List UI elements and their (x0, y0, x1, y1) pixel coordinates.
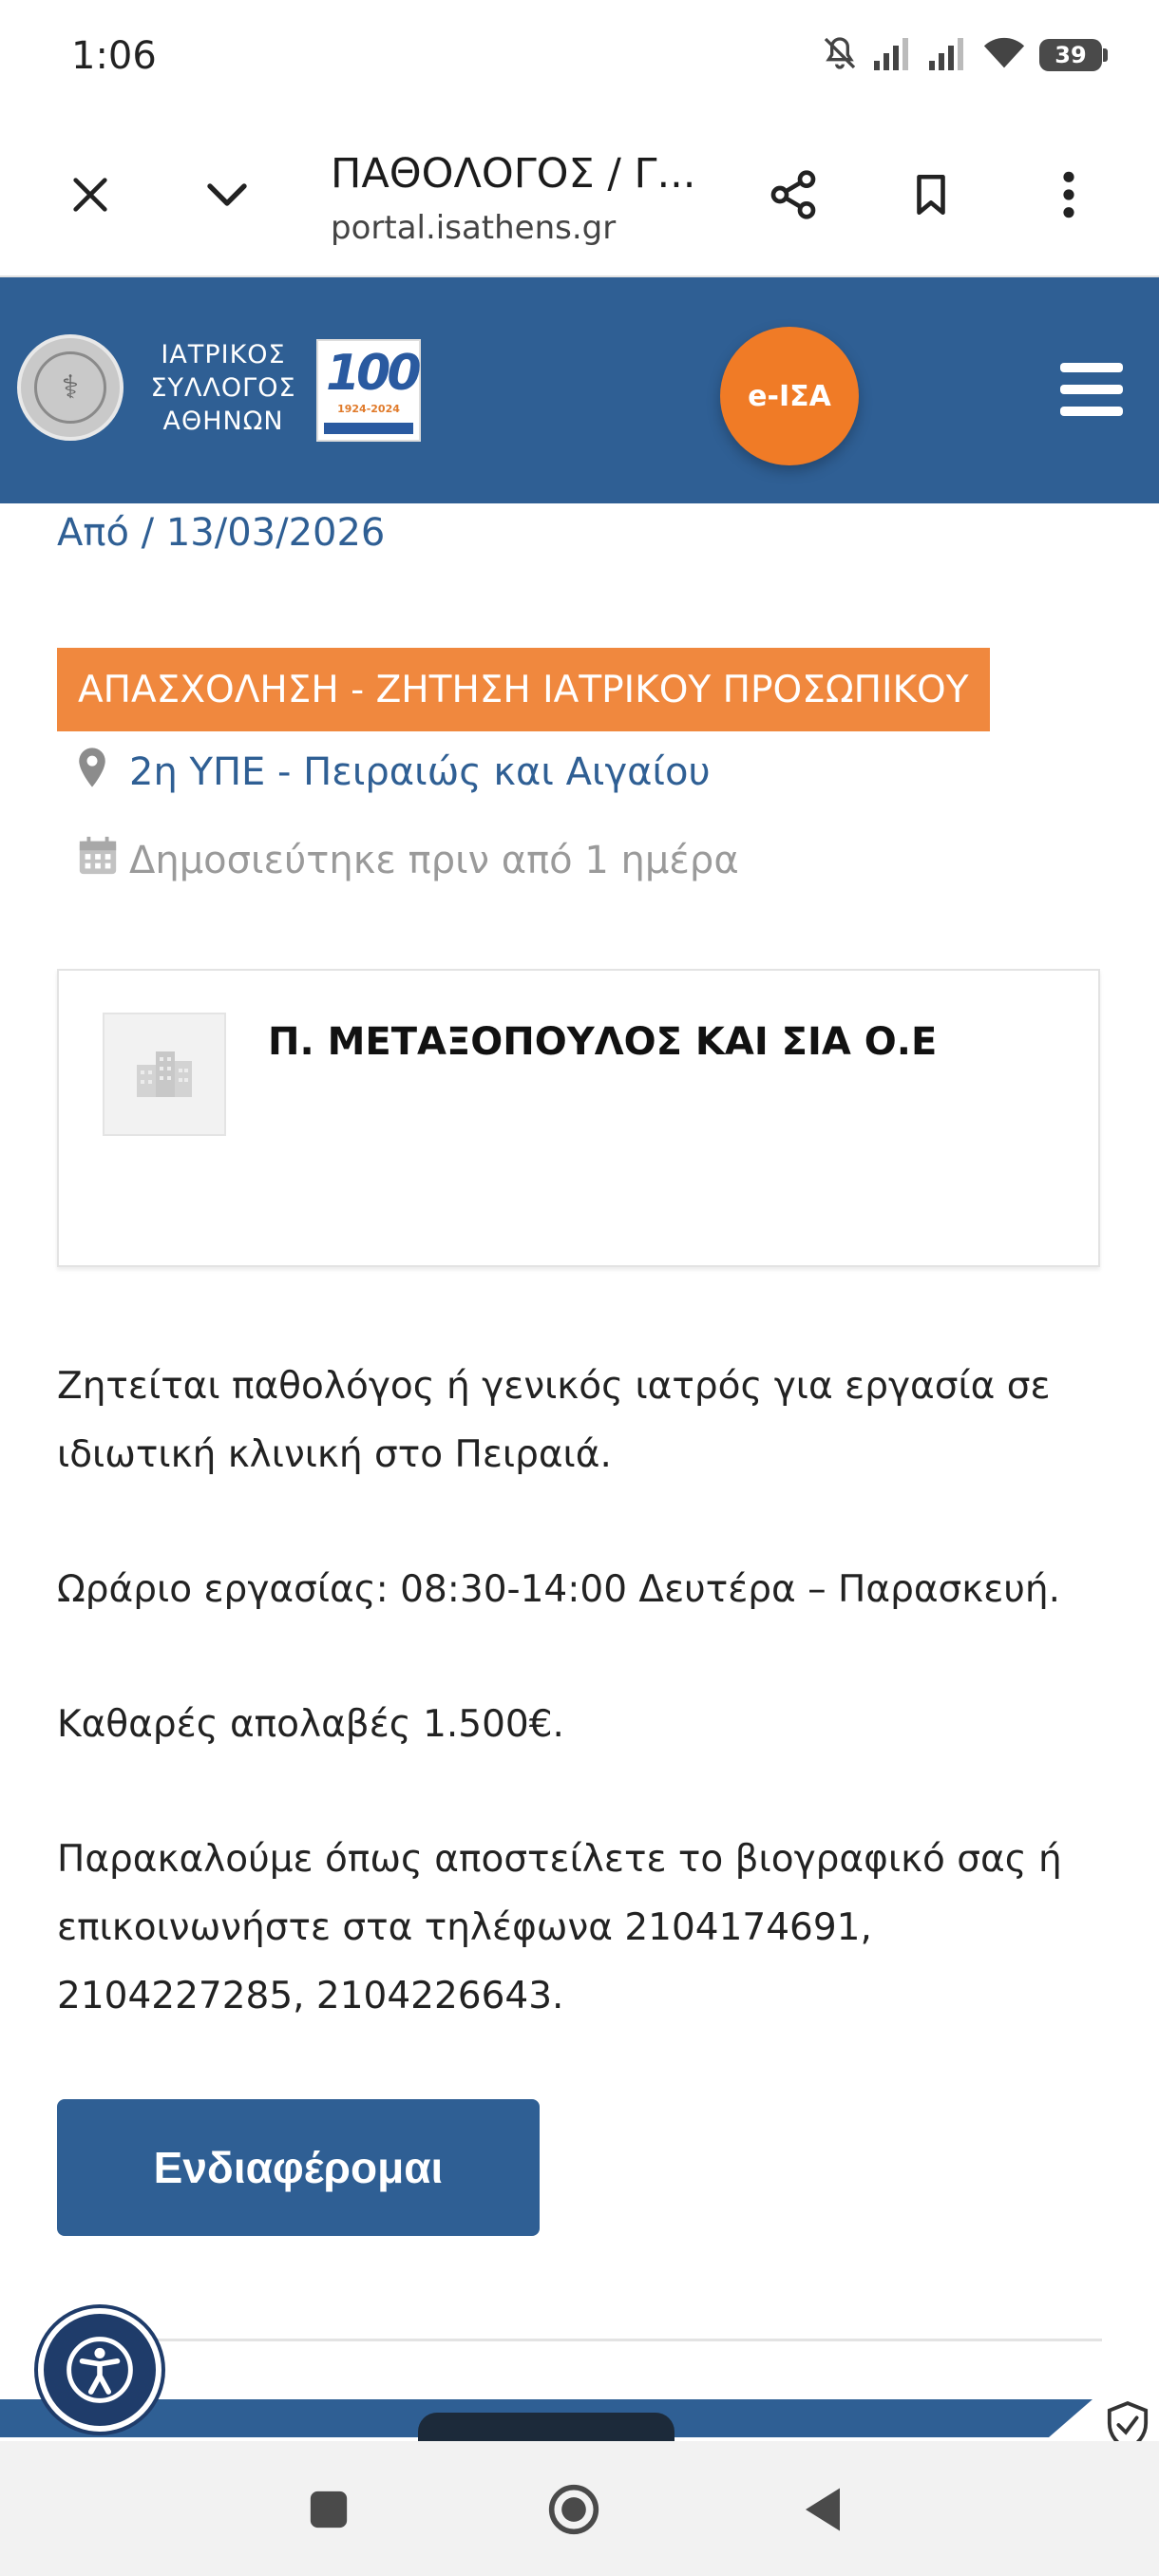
battery-icon: 39 (1039, 39, 1108, 71)
signal-icon (927, 34, 969, 76)
signal-icon (872, 34, 914, 76)
site-header: ⚕ ΙΑΤΡΙΚΟΣ ΣΥΛΛΟΓΟΣ ΑΘΗΝΩΝ 100 1924-2024… (0, 277, 1159, 503)
caduceus-icon: ⚕ (34, 351, 106, 424)
menu-bar (1060, 363, 1123, 372)
map-pin-icon (76, 747, 108, 798)
company-card[interactable]: Π. ΜΕΤΑΞΟΠΟΥΛΟΣ ΚΑΙ ΣΙΑ Ο.Ε (57, 969, 1100, 1267)
anniversary-number: 100 (326, 345, 422, 402)
company-logo (103, 1013, 226, 1136)
recents-icon[interactable] (302, 2483, 355, 2536)
calendar-icon (76, 834, 120, 887)
battery-level: 39 (1054, 42, 1087, 68)
building-icon (135, 1046, 194, 1103)
job-date: Από / 13/03/2026 (57, 511, 386, 555)
menu-bar (1060, 407, 1123, 416)
page-url: portal.isathens.gr (331, 209, 617, 247)
wifi-icon (982, 34, 1026, 76)
org-name-line: ΑΘΗΝΩΝ (162, 407, 284, 436)
description-paragraph: Ζητείται παθολόγος ή γενικός ιατρός για … (57, 1365, 1051, 1476)
job-location[interactable]: 2η ΥΠΕ - Πειραιώς και Αιγαίου (76, 747, 711, 798)
back-icon[interactable] (796, 2483, 849, 2536)
accessibility-icon[interactable] (38, 2308, 162, 2432)
eisa-button[interactable]: e-ΙΣΑ (720, 327, 859, 465)
share-icon[interactable] (760, 161, 826, 228)
anniversary-years: 1924-2024 (337, 403, 400, 415)
anniversary-logo: 100 1924-2024 (316, 339, 422, 442)
logo-seal[interactable]: ⚕ (17, 334, 124, 441)
home-icon[interactable] (547, 2483, 600, 2536)
interest-button[interactable]: Ενδιαφέρομαι (57, 2099, 540, 2236)
divider (57, 2339, 1102, 2341)
menu-icon[interactable] (1060, 363, 1123, 416)
menu-bar (1060, 385, 1123, 394)
more-vert-icon[interactable] (1036, 161, 1102, 228)
description-paragraph: Παρακαλούμε όπως αποστείλετε το βιογραφι… (57, 1838, 1062, 2017)
chevron-down-icon[interactable] (194, 161, 260, 228)
description-paragraph: Καθαρές απολαβές 1.500€. (57, 1703, 564, 1746)
mute-icon (821, 34, 859, 76)
bookmark-icon[interactable] (898, 161, 964, 228)
posted-text: Δημοσιεύτηκε πριν από 1 ημέρα (129, 839, 739, 882)
status-icons: 39 (821, 32, 1108, 78)
description-paragraph: Ωράριο εργασίας: 08:30-14:00 Δευτέρα – Π… (57, 1568, 1061, 1611)
phone-image-peek (418, 2413, 674, 2441)
org-name[interactable]: ΙΑΤΡΙΚΟΣ ΣΥΛΛΟΓΟΣ ΑΘΗΝΩΝ (142, 338, 304, 438)
anniversary-footer (324, 423, 413, 434)
org-name-line: ΣΥΛΛΟΓΟΣ (150, 373, 296, 403)
org-name-line: ΙΑΤΡΙΚΟΣ (161, 340, 286, 369)
location-text: 2η ΥΠΕ - Πειραιώς και Αιγαίου (129, 750, 711, 794)
browser-toolbar: ΠΑΘΟΛΟΓΟΣ / Γ... portal.isathens.gr (0, 114, 1159, 277)
page-title: ΠΑΘΟΛΟΓΟΣ / Γ... (331, 150, 696, 198)
status-bar: 1:06 39 (0, 0, 1159, 114)
category-badge[interactable]: ΑΠΑΣΧΟΛΗΣΗ - ΖΗΤΗΣΗ ΙΑΤΡΙΚΟΥ ΠΡΟΣΩΠΙΚΟΥ (57, 648, 990, 731)
posted-info: Δημοσιεύτηκε πριν από 1 ημέρα (76, 834, 739, 887)
system-nav-bar (0, 2441, 1159, 2576)
company-name: Π. ΜΕΤΑΞΟΠΟΥΛΟΣ ΚΑΙ ΣΙΑ Ο.Ε (268, 1020, 938, 1064)
close-icon[interactable] (57, 161, 124, 228)
status-time: 1:06 (71, 34, 157, 78)
